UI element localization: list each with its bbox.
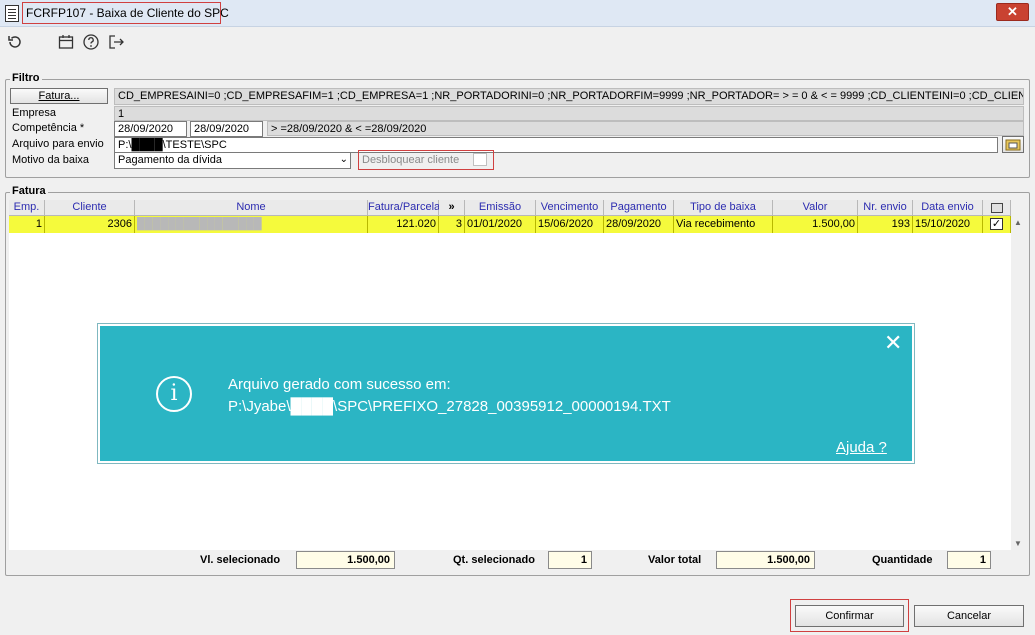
col-header-emp[interactable]: Emp. xyxy=(9,200,45,216)
document-icon xyxy=(5,5,19,22)
grid-scrollbar[interactable]: ▲ ▼ xyxy=(1011,216,1025,550)
help-link[interactable]: Ajuda ? xyxy=(836,439,887,456)
cell-emissao[interactable]: 01/01/2020 xyxy=(465,216,536,233)
filter-group-title: Filtro xyxy=(10,72,42,84)
desbloquear-label: Desbloquear cliente xyxy=(362,154,460,166)
select-all-checkbox[interactable] xyxy=(990,203,1003,213)
cell-emp[interactable]: 1 xyxy=(9,216,45,233)
cell-vencimento[interactable]: 15/06/2020 xyxy=(536,216,604,233)
close-icon[interactable]: ✕ xyxy=(884,332,902,354)
col-header-fatura-parcela[interactable]: Fatura/Parcela xyxy=(368,200,440,216)
arquivo-field[interactable]: P:\████\TESTE\SPC xyxy=(114,137,998,153)
quantidade-label: Quantidade xyxy=(872,554,933,566)
cell-cliente[interactable]: 2306 xyxy=(45,216,135,233)
col-header-nome[interactable]: Nome xyxy=(135,200,368,216)
competencia-end-field[interactable]: 28/09/2020 xyxy=(190,121,263,137)
window-title: FCRFP107 - Baixa de Cliente do SPC xyxy=(26,6,229,20)
exit-icon[interactable] xyxy=(107,33,125,51)
cell-nr-envio[interactable]: 193 xyxy=(858,216,913,233)
col-header-select-all[interactable] xyxy=(983,200,1011,216)
col-header-data-envio[interactable]: Data envio xyxy=(913,200,983,216)
cell-nome[interactable]: ████████████████ xyxy=(135,216,368,233)
window-close-button[interactable]: ✕ xyxy=(996,3,1029,21)
competencia-start-field[interactable]: 28/09/2020 xyxy=(114,121,187,137)
motivo-select[interactable]: Pagamento da dívida ⌄ xyxy=(114,152,351,169)
cancel-button[interactable]: Cancelar xyxy=(914,605,1024,627)
cell-pagamento[interactable]: 28/09/2020 xyxy=(604,216,674,233)
info-icon: i xyxy=(156,376,192,412)
notification-message: Arquivo gerado com sucesso em: xyxy=(228,376,451,393)
valor-total-value: 1.500,00 xyxy=(716,551,815,569)
col-header-cliente[interactable]: Cliente xyxy=(45,200,135,216)
empresa-label: Empresa xyxy=(12,107,57,119)
calendar-icon[interactable] xyxy=(57,33,75,51)
competencia-label: Competência * xyxy=(12,122,85,134)
notification-file-path: P:\Jyabe\████\SPC\PREFIXO_27828_00395912… xyxy=(228,398,671,415)
folder-icon xyxy=(1005,139,1021,151)
cell-parcela[interactable]: 3 xyxy=(439,216,465,233)
row-checkbox[interactable]: ✓ xyxy=(990,218,1003,230)
desbloquear-checkbox[interactable] xyxy=(473,153,487,166)
refresh-icon[interactable] xyxy=(6,33,24,51)
scroll-up-icon[interactable]: ▲ xyxy=(1014,218,1022,227)
vl-selecionado-label: Vl. selecionado xyxy=(200,554,281,566)
cell-tipo-baixa[interactable]: Via recebimento xyxy=(674,216,773,233)
confirm-button[interactable]: Confirmar xyxy=(795,605,904,627)
motivo-label: Motivo da baixa xyxy=(12,154,90,166)
qt-selecionado-label: Qt. selecionado xyxy=(453,554,535,566)
vl-selecionado-value: 1.500,00 xyxy=(296,551,395,569)
competencia-expression: > =28/09/2020 & < =28/09/2020 xyxy=(267,121,1024,136)
col-header-pagamento[interactable]: Pagamento xyxy=(604,200,674,216)
cell-fatura[interactable]: 121.020 xyxy=(368,216,439,233)
col-header-emissao[interactable]: Emissão xyxy=(465,200,536,216)
col-header-nr-envio[interactable]: Nr. envio xyxy=(858,200,913,216)
fatura-button[interactable]: Fatura... xyxy=(10,88,108,104)
cell-select[interactable]: ✓ xyxy=(983,216,1011,233)
fatura-button-label: Fatura... xyxy=(38,90,80,102)
cell-data-envio[interactable]: 15/10/2020 xyxy=(913,216,983,233)
cell-valor[interactable]: 1.500,00 xyxy=(773,216,858,233)
empresa-field: 1 xyxy=(114,106,1024,121)
col-header-expand[interactable]: » xyxy=(439,200,465,216)
browse-folder-button[interactable] xyxy=(1002,136,1024,153)
chevron-down-icon: ⌄ xyxy=(339,154,348,165)
help-icon[interactable] xyxy=(82,33,100,51)
scroll-down-icon[interactable]: ▼ xyxy=(1014,539,1022,548)
fatura-query-field: CD_EMPRESAINI=0 ;CD_EMPRESAFIM=1 ;CD_EMP… xyxy=(114,88,1024,105)
qt-selecionado-value: 1 xyxy=(548,551,592,569)
col-header-valor[interactable]: Valor xyxy=(773,200,858,216)
arquivo-label: Arquivo para envio xyxy=(12,138,104,150)
valor-total-label: Valor total xyxy=(648,554,702,566)
motivo-select-value: Pagamento da dívida xyxy=(118,154,222,166)
fatura-group-title: Fatura xyxy=(10,185,48,197)
quantidade-value: 1 xyxy=(947,551,991,569)
col-header-tipo-baixa[interactable]: Tipo de baixa xyxy=(674,200,773,216)
col-header-vencimento[interactable]: Vencimento xyxy=(536,200,604,216)
success-notification: i Arquivo gerado com sucesso em: P:\Jyab… xyxy=(98,324,914,463)
